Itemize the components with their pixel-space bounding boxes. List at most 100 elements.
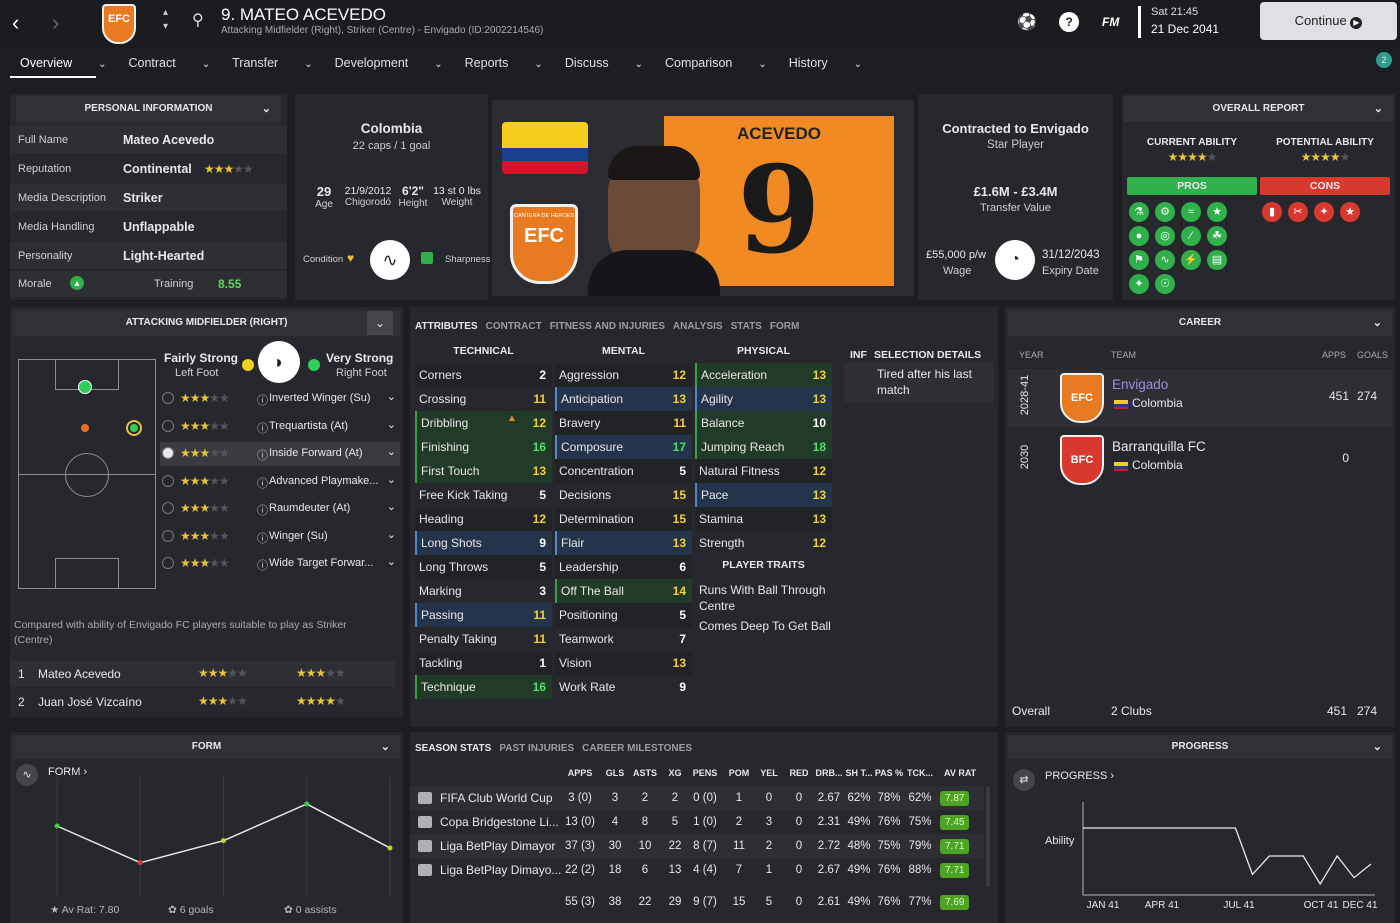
season-col-header[interactable]: PENS (689, 768, 721, 778)
form-point[interactable] (304, 801, 310, 807)
info-icon[interactable]: ⓘ (257, 530, 268, 546)
continue-button[interactable]: Continue ▶ (1260, 2, 1397, 40)
attribute-row[interactable]: Acceleration 13 (695, 363, 832, 387)
season-row[interactable]: Liga BetPlay Dimayor 37 (3) 30 10 22 8 (7) 11 2… (410, 834, 984, 858)
lightning-icon[interactable]: ⚡ (1181, 250, 1201, 270)
position-am-centre-dot[interactable] (81, 424, 89, 432)
role-row[interactable]: ★★★★★ ⓘ Inside Forward (At) ⌄ (160, 442, 400, 466)
attribute-row[interactable]: Natural Fitness 12 (695, 459, 832, 483)
attribute-row[interactable]: Free Kick Taking 5 (415, 483, 552, 507)
season-col-header[interactable]: ASTS (629, 768, 661, 778)
compare-row[interactable]: 2 Juan José Vizcaíno ★★★★★ ★★★★★ (10, 689, 395, 715)
tab-discuss[interactable]: Discuss (565, 56, 609, 70)
career-team[interactable]: Envigado (1112, 377, 1168, 392)
season-col-header[interactable]: SH T... (843, 768, 875, 778)
card-icon[interactable]: ▮ (1262, 202, 1282, 222)
chevron-down-icon[interactable]: ⌄ (387, 528, 396, 541)
career-row[interactable]: 2028-41 EFC Envigado Colombia 451 274 (1008, 369, 1392, 427)
tab-comparison[interactable]: Comparison (665, 56, 732, 70)
season-col-header[interactable]: GLS (599, 768, 631, 778)
wave-icon[interactable]: ∿ (1155, 250, 1175, 270)
tab-fitness-and-injuries[interactable]: FITNESS AND INJURIES (550, 321, 665, 332)
club-badge[interactable]: EFC (1060, 373, 1104, 423)
team-icon[interactable]: ✦ (1129, 274, 1149, 294)
club-crest-large[interactable]: CANTERA DE HEROES EFC (510, 204, 578, 284)
attribute-row[interactable]: Balance 10 (695, 411, 832, 435)
attribute-row[interactable]: Strength 12 (695, 531, 832, 555)
attribute-row[interactable]: Passing 11 (415, 603, 552, 627)
position-striker-dot[interactable] (78, 380, 92, 394)
football-icon[interactable]: ⚽ (1017, 12, 1037, 32)
role-row[interactable]: ★★★★★ ⓘ Trequartista (At) ⌄ (160, 415, 400, 439)
clipboard-icon[interactable]: ▤ (1207, 250, 1227, 270)
attribute-row[interactable]: Work Rate 9 (555, 675, 692, 699)
colombia-flag-icon[interactable] (502, 122, 588, 174)
attribute-row[interactable]: Decisions 15 (555, 483, 692, 507)
info-icon[interactable]: ⓘ (257, 557, 268, 573)
attribute-row[interactable]: Anticipation 13 (555, 387, 692, 411)
form-point[interactable] (387, 845, 393, 851)
tab-contract[interactable]: CONTRACT (486, 321, 542, 332)
tab-overview[interactable]: Overview (20, 56, 72, 70)
attribute-row[interactable]: Bravery 11 (555, 411, 692, 435)
attribute-row[interactable]: Composure 17 (555, 435, 692, 459)
season-row[interactable]: Liga BetPlay Dimayo... 22 (2) 18 6 13 4 (4) 7 1… (410, 858, 984, 882)
tab-reports[interactable]: Reports (465, 56, 509, 70)
flag-icon[interactable]: ⚑ (1129, 250, 1149, 270)
attribute-row[interactable]: Tackling 1 (415, 651, 552, 675)
attribute-row[interactable]: Flair 13 (555, 531, 692, 555)
role-row[interactable]: ★★★★★ ⓘ Inverted Winger (Su) ⌄ (160, 387, 400, 411)
season-col-header[interactable]: POM (723, 768, 755, 778)
compare-row[interactable]: 1 Mateo Acevedo ★★★★★ ★★★★★ (10, 661, 395, 687)
season-col-header[interactable]: YEL (753, 768, 785, 778)
season-row[interactable]: Copa Bridgestone Li... 13 (0) 4 8 5 1 (0) 2 3 0 2… (410, 810, 984, 834)
tab-stats[interactable]: STATS (731, 321, 762, 332)
nation-name[interactable]: Colombia (295, 121, 488, 136)
tab-season-stats[interactable]: SEASON STATS (415, 743, 491, 754)
tab-transfer[interactable]: Transfer (232, 56, 278, 70)
attribute-row[interactable]: Jumping Reach 18 (695, 435, 832, 459)
swirl-icon[interactable]: ≈ (1181, 202, 1201, 222)
fm-logo[interactable]: FM (1102, 15, 1119, 29)
attribute-row[interactable]: Agility 13 (695, 387, 832, 411)
role-row[interactable]: ★★★★★ ⓘ Advanced Playmake... ⌄ (160, 470, 400, 494)
attribute-row[interactable]: Marking 3 (415, 579, 552, 603)
career-team[interactable]: Barranquilla FC (1112, 439, 1206, 454)
attribute-row[interactable]: Off The Ball 14 (555, 579, 692, 603)
chevron-down-icon[interactable]: ⌄ (367, 311, 393, 335)
tab-development[interactable]: Development (335, 56, 409, 70)
flask-icon[interactable]: ⚗ (1129, 202, 1149, 222)
star-icon[interactable]: ★ (1207, 202, 1227, 222)
chevron-down-icon[interactable]: ⌄ (387, 500, 396, 513)
season-col-header[interactable]: AV RAT (944, 768, 976, 778)
role-radio[interactable] (162, 447, 174, 459)
attribute-row[interactable]: Penalty Taking 11 (415, 627, 552, 651)
ball-icon[interactable]: ● (1129, 226, 1149, 246)
info-icon[interactable]: ⓘ (257, 502, 268, 518)
forward-arrow-icon[interactable]: › (52, 10, 59, 36)
role-radio[interactable] (162, 392, 174, 404)
club-badge[interactable]: BFC (1060, 435, 1104, 485)
attribute-row[interactable]: Aggression 12 (555, 363, 692, 387)
season-col-header[interactable]: XG (659, 768, 691, 778)
role-row[interactable]: ★★★★★ ⓘ Raumdeuter (At) ⌄ (160, 497, 400, 521)
tab-career-milestones[interactable]: CAREER MILESTONES (582, 743, 692, 754)
attribute-row[interactable]: Corners 2 (415, 363, 552, 387)
attribute-row[interactable]: Technique 16 (415, 675, 552, 699)
tab-contract[interactable]: Contract (128, 56, 175, 70)
help-icon[interactable]: ? (1059, 12, 1079, 32)
form-point[interactable] (137, 860, 143, 866)
career-row[interactable]: 2030 BFC Barranquilla FC Colombia 0 (1008, 431, 1392, 489)
scrollbar[interactable] (986, 787, 990, 887)
attribute-row[interactable]: Dribbling 12 (415, 411, 552, 435)
attribute-row[interactable]: Teamwork 7 (555, 627, 692, 651)
role-row[interactable]: ★★★★★ ⓘ Winger (Su) ⌄ (160, 525, 400, 549)
chevron-down-icon[interactable]: ⌄ (387, 390, 396, 403)
tab-form[interactable]: FORM (770, 321, 799, 332)
attribute-row[interactable]: Finishing 16 (415, 435, 552, 459)
info-icon[interactable]: ⓘ (257, 447, 268, 463)
speed-icon[interactable]: ⚙ (1155, 202, 1175, 222)
attribute-row[interactable]: Crossing 11 (415, 387, 552, 411)
player-switch-icon[interactable]: ▴ ▾ (163, 6, 168, 34)
role-radio[interactable] (162, 419, 174, 432)
